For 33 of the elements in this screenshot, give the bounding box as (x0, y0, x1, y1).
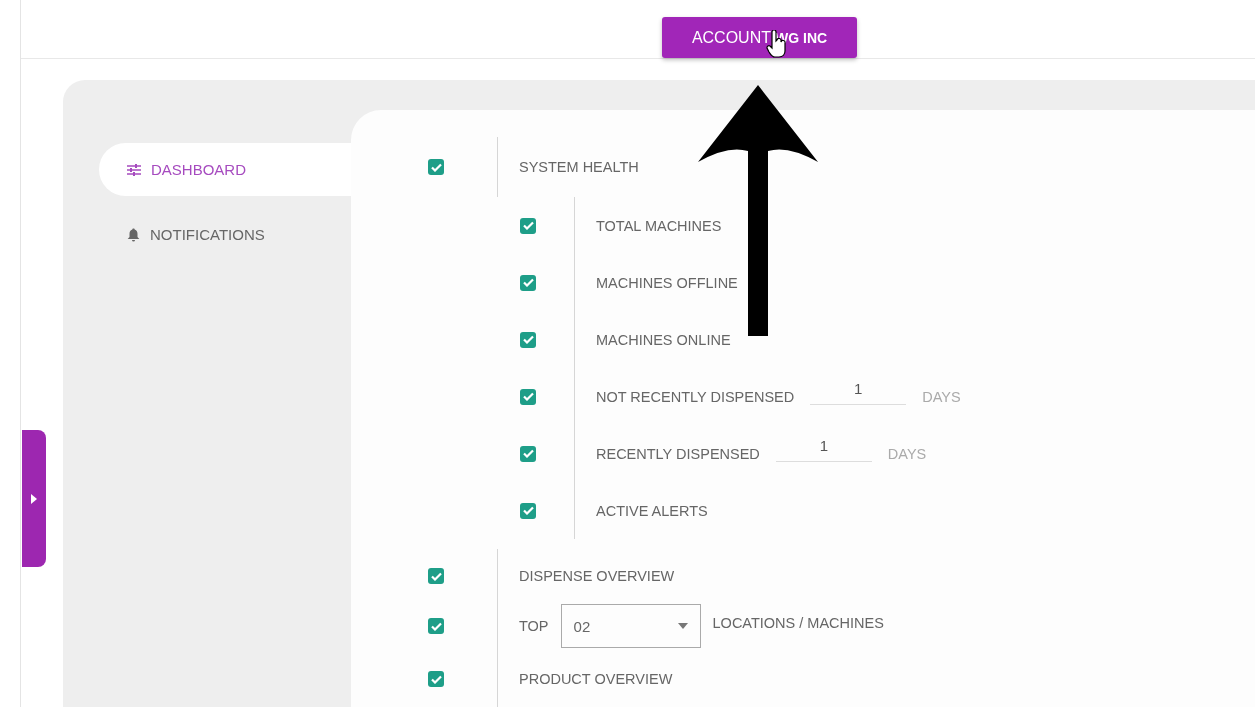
select-suffix: LOCATIONS / MACHINES (712, 615, 884, 631)
dropdown-caret-icon (677, 623, 688, 629)
top-label: TOP (519, 618, 549, 634)
count-select[interactable]: 02 (560, 604, 701, 648)
unit-label: DAYS (922, 388, 961, 405)
option-label: TOTAL MACHINES (596, 217, 722, 234)
checkbox[interactable] (520, 331, 536, 348)
checkbox[interactable] (428, 618, 444, 634)
checkbox[interactable] (520, 502, 536, 519)
checkbox[interactable] (520, 388, 536, 405)
option-label: MACHINES ONLINE (596, 331, 731, 348)
checkbox[interactable] (520, 274, 536, 291)
days-field[interactable]: 1 (775, 437, 872, 462)
section-label: SYSTEM HEALTH (519, 159, 639, 175)
option-label: NOT RECENTLY DISPENSED (596, 388, 795, 405)
expand-handle[interactable] (22, 430, 46, 567)
checkbox[interactable] (428, 568, 444, 584)
sidebar-item[interactable]: DASHBOARD (99, 143, 351, 196)
sliders-icon (127, 163, 141, 176)
play-icon (31, 493, 37, 504)
checkbox[interactable] (520, 217, 536, 234)
option-label: ACTIVE ALERTS (596, 502, 708, 519)
checkbox[interactable] (428, 671, 444, 687)
sidebar-item[interactable]: NOTIFICATIONS (99, 208, 351, 261)
checkbox[interactable] (428, 159, 444, 175)
option-label: RECENTLY DISPENSED (596, 445, 760, 462)
bell-icon (127, 227, 140, 242)
option-label: MACHINES OFFLINE (596, 274, 738, 291)
section-label: DISPENSE OVERVIEW (519, 568, 675, 584)
checkbox[interactable] (520, 445, 536, 462)
days-field[interactable]: 1 (810, 380, 907, 405)
section-label: PRODUCT OVERVIEW (519, 671, 673, 687)
unit-label: DAYS (887, 445, 927, 462)
